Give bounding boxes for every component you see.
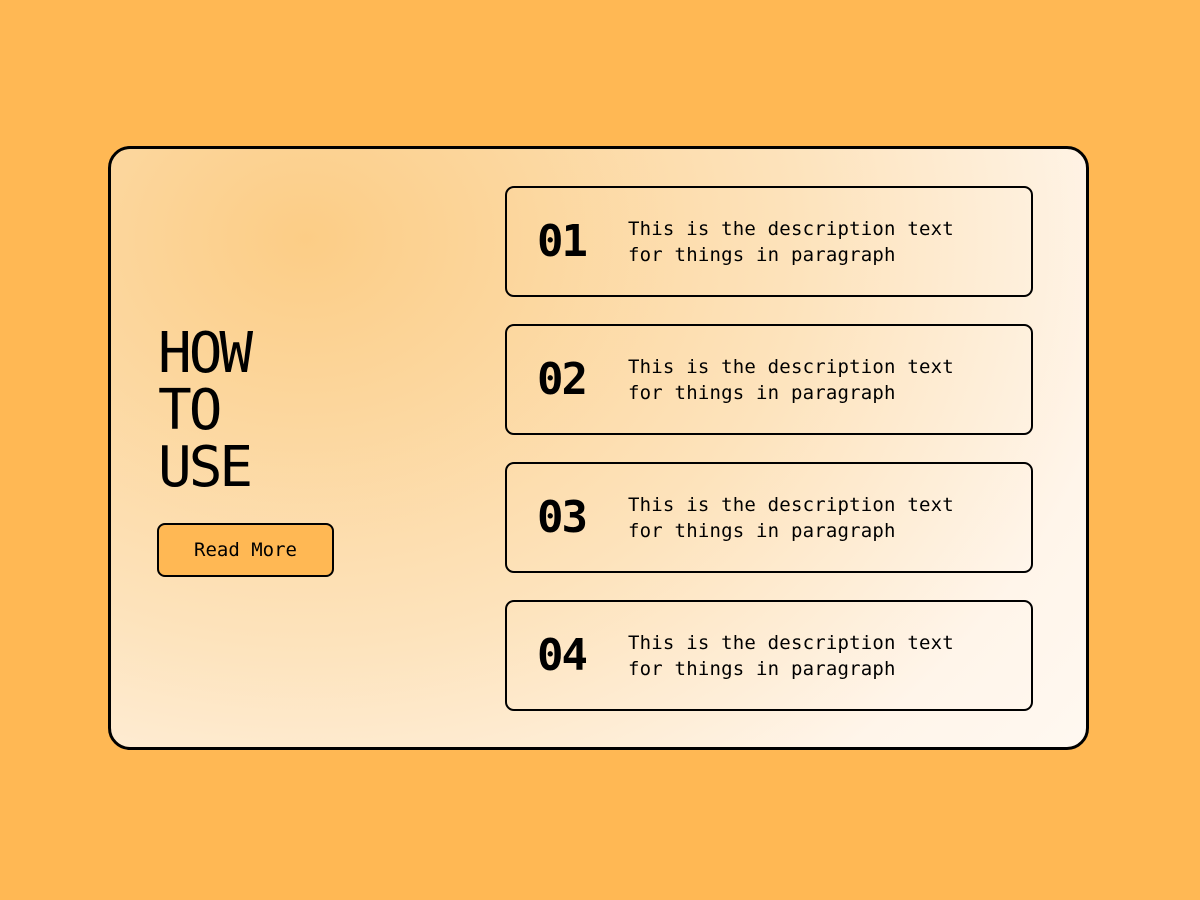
step-description-line-2: for things in paragraph [628,381,896,404]
step-description: This is the description text for things … [628,354,954,406]
page-title: HOW TO USE [158,325,438,496]
step-description-line-2: for things in paragraph [628,519,896,542]
steps-list: 01 This is the description text for thin… [505,186,1033,738]
step-description: This is the description text for things … [628,630,954,682]
step-item-1: 01 This is the description text for thin… [505,186,1033,297]
step-description-line-1: This is the description text [628,631,954,654]
step-description-line-2: for things in paragraph [628,657,896,680]
step-number: 03 [537,492,588,543]
step-description: This is the description text for things … [628,216,954,268]
title-line-1: HOW [158,321,253,386]
step-description-line-1: This is the description text [628,493,954,516]
step-item-4: 04 This is the description text for thin… [505,600,1033,711]
step-description-line-2: for things in paragraph [628,243,896,266]
read-more-button[interactable]: Read More [157,523,334,577]
step-number: 01 [537,216,588,267]
step-description: This is the description text for things … [628,492,954,544]
step-description-line-1: This is the description text [628,217,954,240]
step-item-3: 03 This is the description text for thin… [505,462,1033,573]
step-number: 04 [537,630,588,681]
title-line-3: USE [158,435,253,500]
step-item-2: 02 This is the description text for thin… [505,324,1033,435]
title-line-2: TO [158,378,222,443]
how-to-use-card: HOW TO USE Read More 01 This is the desc… [108,146,1089,750]
step-description-line-1: This is the description text [628,355,954,378]
step-number: 02 [537,354,588,405]
